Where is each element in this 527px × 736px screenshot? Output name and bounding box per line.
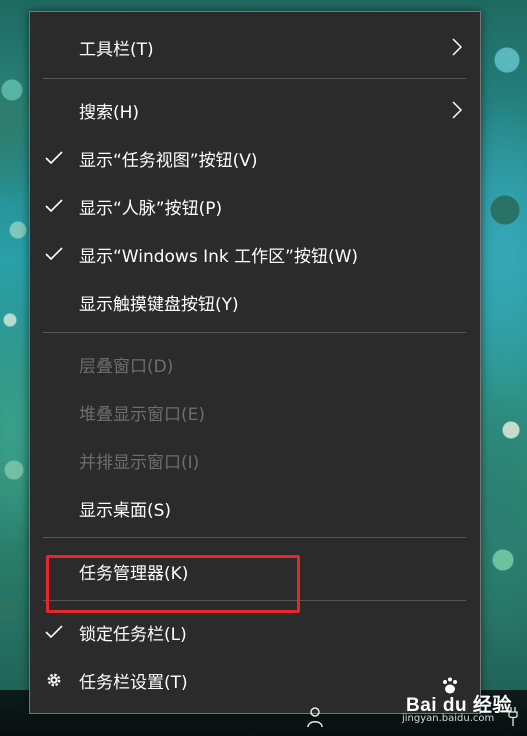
checkmark-icon	[44, 622, 64, 642]
wallpaper-left	[0, 0, 30, 690]
menu-separator	[43, 537, 466, 538]
menu-item-search[interactable]: 搜索(H)	[30, 86, 480, 134]
menu-item-show-desktop[interactable]: 显示桌面(S)	[30, 484, 480, 532]
checkmark-icon	[44, 196, 64, 216]
menu-item-show-windows-ink[interactable]: 显示“Windows Ink 工作区”按钮(W)	[30, 230, 480, 278]
menu-item-label: 显示“人脉”按钮(P)	[79, 198, 223, 219]
checkmark-icon	[44, 244, 64, 264]
watermark-url: jingyan.baidu.com	[402, 713, 495, 724]
chevron-right-icon	[450, 36, 464, 58]
chevron-right-icon	[450, 99, 464, 121]
menu-item-label: 锁定任务栏(L)	[79, 624, 187, 645]
power-plug-icon[interactable]	[507, 704, 519, 726]
menu-item-label: 搜索(H)	[79, 102, 140, 123]
menu-separator	[43, 78, 466, 79]
menu-item-label: 层叠窗口(D)	[79, 356, 174, 377]
menu-item-label: 显示触摸键盘按钮(Y)	[79, 294, 239, 315]
menu-item-side-by-side-windows: 并排显示窗口(I)	[30, 436, 480, 484]
menu-item-show-task-view[interactable]: 显示“任务视图”按钮(V)	[30, 134, 480, 182]
menu-item-show-people[interactable]: 显示“人脉”按钮(P)	[30, 182, 480, 230]
menu-item-label: 显示桌面(S)	[79, 500, 172, 521]
menu-item-label: 堆叠显示窗口(E)	[79, 404, 206, 425]
wallpaper-right	[481, 0, 527, 690]
menu-separator	[43, 332, 466, 333]
checkmark-icon	[44, 148, 64, 168]
taskbar-context-menu: 工具栏(T) 搜索(H) 显示“任务视图”按钮(V) 显示“人脉”按钮(P) 显…	[29, 11, 481, 714]
menu-item-label: 并排显示窗口(I)	[79, 452, 200, 473]
menu-item-toolbars[interactable]: 工具栏(T)	[30, 23, 480, 71]
menu-item-stack-windows: 堆叠显示窗口(E)	[30, 388, 480, 436]
menu-item-label: 工具栏(T)	[79, 39, 154, 60]
person-icon[interactable]	[306, 706, 324, 728]
menu-item-cascade-windows: 层叠窗口(D)	[30, 340, 480, 388]
gear-icon	[44, 670, 64, 690]
menu-item-label: 显示“Windows Ink 工作区”按钮(W)	[79, 246, 359, 267]
menu-item-label: 显示“任务视图”按钮(V)	[79, 150, 258, 171]
red-highlight-box	[46, 555, 300, 613]
menu-item-show-touch-keyboard[interactable]: 显示触摸键盘按钮(Y)	[30, 278, 480, 326]
menu-item-lock-taskbar[interactable]: 锁定任务栏(L)	[30, 608, 480, 656]
menu-item-label: 任务栏设置(T)	[79, 672, 188, 693]
